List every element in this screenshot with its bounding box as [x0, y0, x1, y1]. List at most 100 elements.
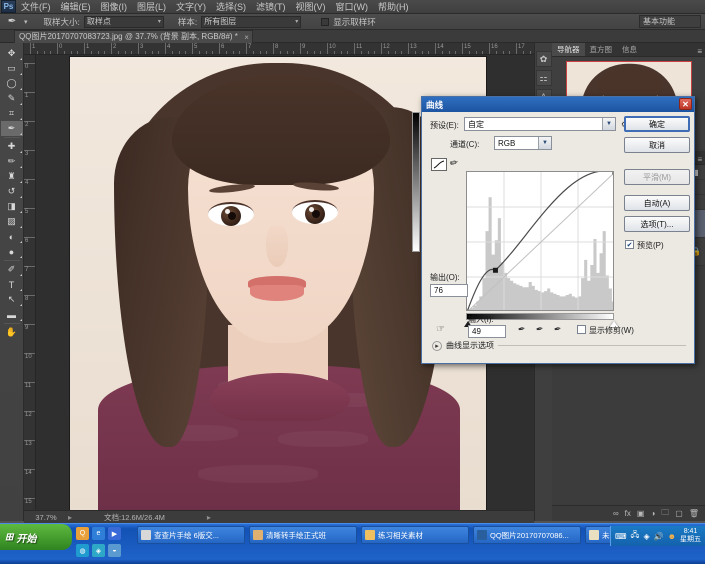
tab-histogram[interactable]: 直方图	[585, 43, 618, 56]
healing-brush-tool[interactable]: ✚	[1, 139, 23, 154]
marquee-tool[interactable]: ▭	[1, 61, 23, 76]
status-menu-icon[interactable]: ▸	[207, 513, 211, 522]
move-tool[interactable]: ✥	[1, 46, 23, 61]
start-button[interactable]: ⊞ 开始	[0, 524, 72, 550]
clock[interactable]: 8:41 星期五	[680, 528, 701, 544]
ruler-label: 3	[25, 151, 29, 157]
ok-button[interactable]: 确定	[624, 116, 690, 132]
link-layers-icon[interactable]: ∞	[613, 509, 619, 518]
channel-select[interactable]: RGB ▼	[494, 136, 552, 150]
blur-tool[interactable]: ◐	[1, 229, 23, 244]
volume-icon[interactable]: 🔊	[654, 532, 664, 541]
show-clipping-checkbox[interactable]	[577, 325, 586, 334]
menu-select[interactable]: 选择(S)	[211, 0, 251, 14]
media-icon[interactable]: ▶	[108, 527, 121, 540]
curve-graph[interactable]	[466, 171, 614, 311]
dialog-body: 预设(E): 自定 ▼ ⚙ 通道(C): RGB ▼ ✏ 输出(O):	[412, 112, 696, 365]
sample-size-value: 取样点	[86, 17, 111, 26]
curve-point-tool-icon[interactable]	[431, 158, 447, 171]
menu-filter[interactable]: 滤镜(T)	[251, 0, 291, 14]
user-avatar-icon[interactable]: ☻	[668, 532, 676, 541]
ruler-label: 2	[25, 122, 29, 128]
menu-window[interactable]: 窗口(W)	[331, 0, 374, 14]
ruler-label: 16	[491, 44, 498, 50]
brush-tool[interactable]: ✏	[1, 154, 23, 169]
curve-control-point[interactable]	[492, 267, 498, 273]
show-sampling-ring-checkbox[interactable]	[321, 17, 330, 26]
set-black-point-icon[interactable]: ✒	[517, 323, 526, 335]
options-button[interactable]: 选项(T)...	[624, 216, 690, 232]
curve-hand-icon[interactable]: ☞	[436, 324, 445, 335]
delete-layer-icon[interactable]: 🗑	[689, 509, 699, 518]
new-group-icon[interactable]: 🗀	[661, 507, 669, 521]
lasso-tool[interactable]: ◯	[1, 76, 23, 91]
menu-layer[interactable]: 图层(L)	[132, 0, 171, 14]
cancel-button[interactable]: 取消	[624, 137, 690, 153]
task-button[interactable]: 查查片手绘 6版交...	[137, 526, 245, 544]
output-field[interactable]: 76	[430, 284, 468, 297]
set-white-point-icon[interactable]: ✒	[553, 323, 562, 335]
tool-preset-chevron-icon[interactable]: ▾	[24, 18, 28, 26]
type-tool[interactable]: T	[1, 277, 23, 292]
menu-file[interactable]: 文件(F)	[16, 0, 56, 14]
task-label: 清晰转手绘正式班	[266, 530, 326, 540]
clone-stamp-tool[interactable]: ♜	[1, 169, 23, 184]
crop-tool[interactable]: ⌗	[1, 106, 23, 121]
dialog-title-bar[interactable]: 曲线 ✕	[422, 97, 694, 112]
shield-icon[interactable]: ◈	[643, 532, 649, 541]
app6-icon[interactable]: ◒	[108, 544, 121, 557]
workspace-switcher[interactable]: 基本功能	[639, 15, 701, 28]
menu-help[interactable]: 帮助(H)	[373, 0, 414, 14]
menu-edit[interactable]: 编辑(E)	[56, 0, 96, 14]
eraser-tool[interactable]: ◨	[1, 199, 23, 214]
status-arrow-icon[interactable]: ▸	[68, 513, 72, 522]
path-selection-tool[interactable]: ↖	[1, 292, 23, 307]
input-field[interactable]: 49	[468, 325, 506, 338]
layer-style-icon[interactable]: fx	[625, 509, 631, 518]
menu-type[interactable]: 文字(Y)	[171, 0, 211, 14]
preview-checkbox[interactable]: ✔	[625, 240, 634, 249]
keyboard-icon[interactable]: ⌨	[615, 532, 627, 541]
document-tab[interactable]: QQ图片20170707083723.jpg @ 37.7% (背景 副本, R…	[14, 30, 253, 43]
task-button[interactable]: QQ图片20170707086...	[473, 526, 581, 544]
network-icon[interactable]: 🖧	[631, 529, 640, 543]
menu-view[interactable]: 视图(V)	[291, 0, 331, 14]
panel-menu-icon[interactable]: ≡	[697, 155, 705, 164]
dodge-tool[interactable]: ●	[1, 244, 23, 259]
app4-icon[interactable]: ◍	[76, 544, 89, 557]
pen-tool[interactable]: ✐	[1, 262, 23, 277]
task-button[interactable]: 练习相关素材	[361, 526, 469, 544]
qq-icon[interactable]: Q	[76, 527, 89, 540]
shape-tool[interactable]: ▬	[1, 307, 23, 322]
menu-image[interactable]: 图像(I)	[96, 0, 133, 14]
curve-control-point[interactable]	[612, 172, 615, 175]
close-icon[interactable]: ✕	[679, 98, 692, 110]
eyedropper-tool[interactable]: ✒	[0, 121, 23, 136]
layer-mask-icon[interactable]: ▣	[637, 509, 645, 518]
color-panel-icon[interactable]: ✿	[535, 51, 552, 67]
adjustments-panel-icon[interactable]: ⚏	[535, 70, 552, 86]
hand-tool[interactable]: ✋	[1, 325, 23, 340]
preset-select[interactable]: 自定 ▼	[464, 117, 616, 131]
task-button[interactable]: 清晰转手绘正式班	[249, 526, 357, 544]
pencil-curve-tool-icon[interactable]: ✏	[449, 157, 459, 170]
adjustment-layer-icon[interactable]: ◑	[650, 509, 655, 518]
clock-date: 星期五	[680, 536, 701, 543]
browser-icon[interactable]: e	[92, 527, 105, 540]
history-brush-tool[interactable]: ↺	[1, 184, 23, 199]
tab-info[interactable]: 信息	[617, 43, 642, 56]
curve-display-options-section[interactable]: ▸ 曲线显示选项	[432, 340, 686, 351]
ruler-label: 3	[140, 44, 144, 50]
gradient-tool[interactable]: ▨	[1, 214, 23, 229]
auto-button[interactable]: 自动(A)	[624, 195, 690, 211]
tab-navigator[interactable]: 导航器	[552, 43, 585, 56]
sample-select[interactable]: 所有图层 ▾	[201, 15, 302, 28]
sample-size-select[interactable]: 取样点 ▾	[83, 15, 164, 28]
zoom-level[interactable]: 37.7%	[24, 513, 68, 522]
new-layer-icon[interactable]: ▢	[675, 509, 683, 518]
panel-menu-icon[interactable]: ≡	[697, 47, 705, 56]
chevron-right-icon[interactable]: ▸	[432, 340, 442, 351]
set-gray-point-icon[interactable]: ✒	[535, 323, 544, 335]
quick-selection-tool[interactable]: ✎	[1, 91, 23, 106]
app5-icon[interactable]: ◈	[92, 544, 105, 557]
